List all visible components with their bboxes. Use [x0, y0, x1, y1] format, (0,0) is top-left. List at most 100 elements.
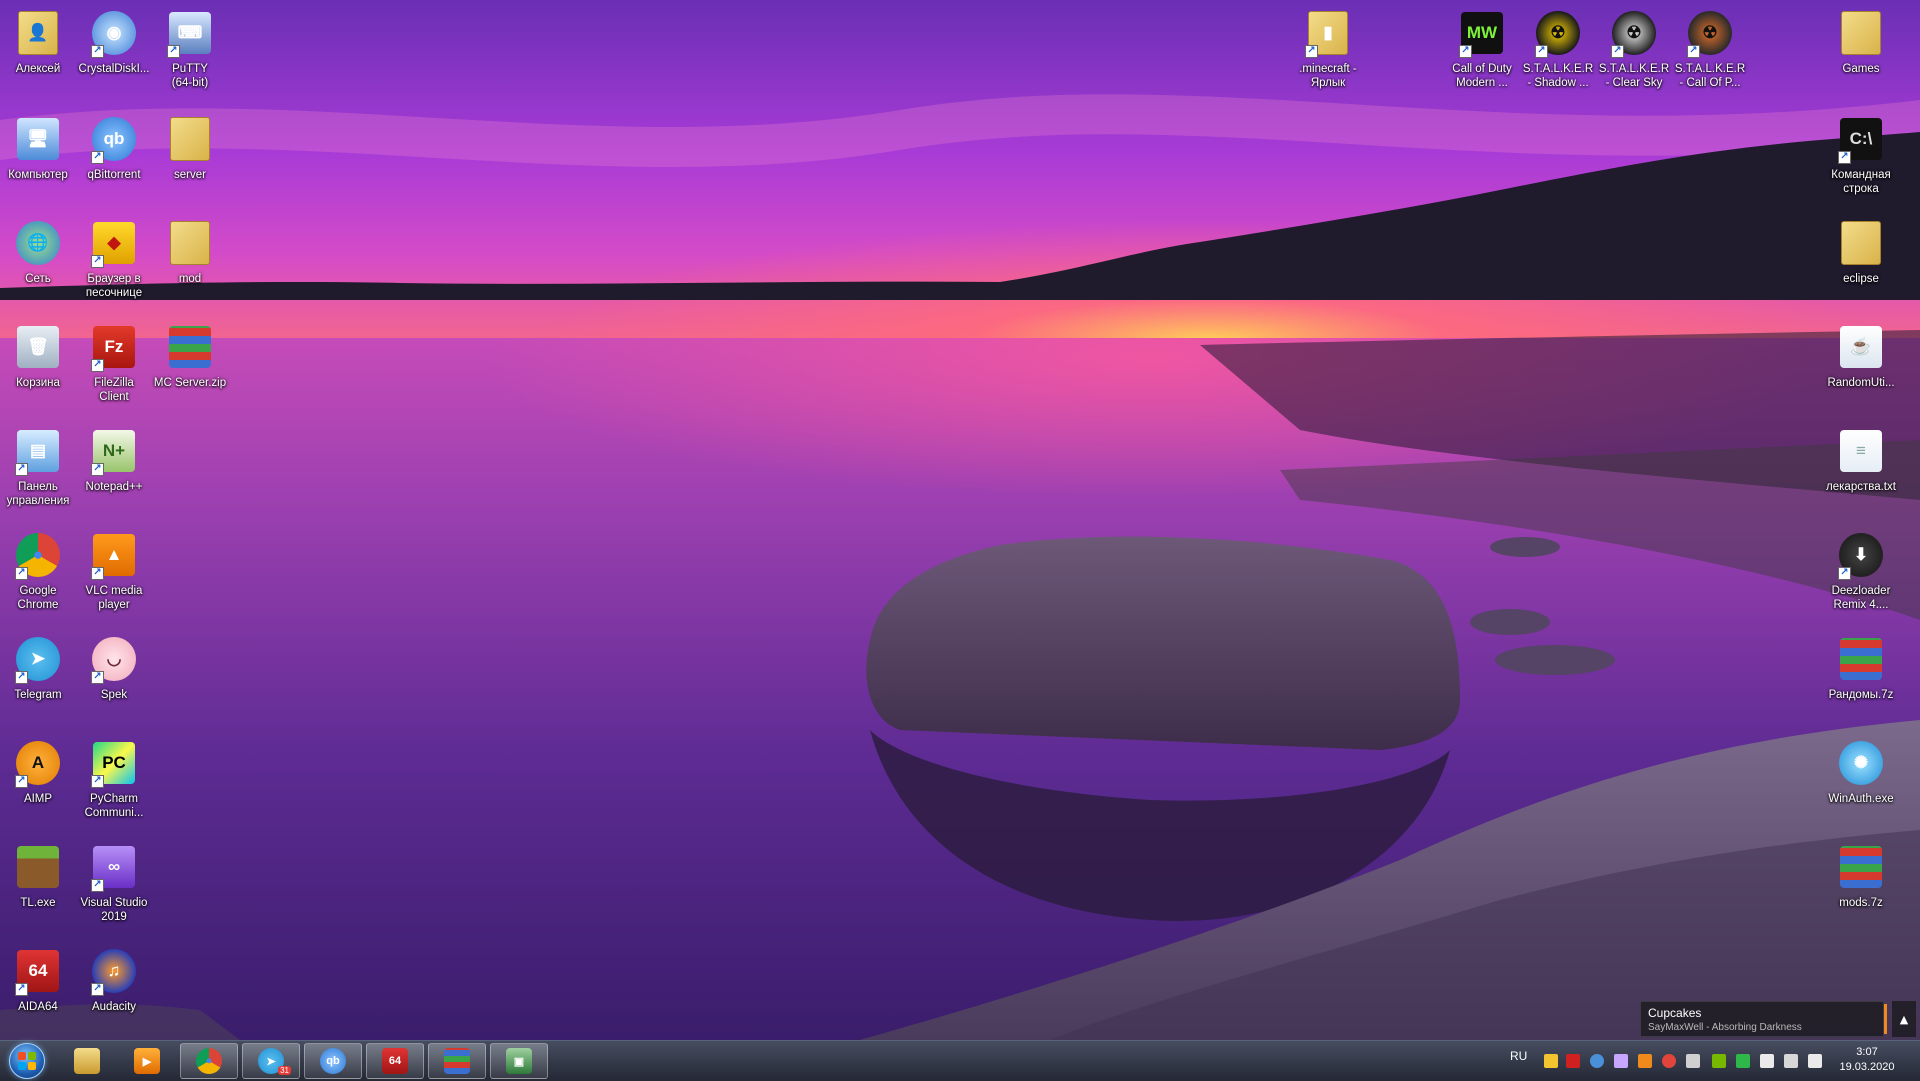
shortcut-arrow-icon: ↗ — [15, 983, 28, 996]
nvidia-icon[interactable] — [1712, 1054, 1726, 1068]
aimp-tray-icon[interactable] — [1638, 1054, 1652, 1068]
now-playing-accent-bar — [1884, 1004, 1887, 1034]
start-button[interactable] — [6, 1042, 48, 1080]
taskbar-button-qbittorrent[interactable]: qb — [304, 1043, 362, 1079]
shortcut-arrow-icon: ↗ — [1838, 151, 1851, 164]
speaker-icon[interactable] — [1686, 1054, 1700, 1068]
chrome-icon: ● — [196, 1048, 222, 1074]
desktop-icon-label: лекарства.txt — [1826, 481, 1896, 493]
green-square-icon[interactable] — [1736, 1054, 1750, 1068]
desktop-icon-label: Games — [1842, 63, 1880, 75]
desktop-icon-label: Spek — [100, 689, 128, 701]
clock-date: 19.03.2020 — [1839, 1061, 1895, 1073]
shield-icon[interactable] — [1544, 1054, 1558, 1068]
shortcut-arrow-icon: ↗ — [91, 255, 104, 268]
desktop-icon[interactable]: ☢ ↗ S.T.A.L.K.E.R - Call Of P... — [1664, 4, 1756, 104]
now-playing-artist: SayMaxWell - Absorbing Darkness — [1648, 1022, 1802, 1033]
chevron-up-icon[interactable]: ▲ — [1892, 1001, 1916, 1037]
desktop-icon[interactable]: mod — [144, 214, 236, 314]
shortcut-arrow-icon: ↗ — [91, 463, 104, 476]
clock-time: 3:07 — [1856, 1046, 1878, 1058]
user-folder-icon: 👤 — [18, 11, 58, 55]
desktop-icon[interactable]: ⌨ ↗ PuTTY (64-bit) — [144, 4, 236, 104]
winrar-archive-icon — [1840, 846, 1882, 888]
shortcut-arrow-icon: ↗ — [15, 671, 28, 684]
shortcut-arrow-icon: ↗ — [91, 983, 104, 996]
desktop-icon-label: MC Server.zip — [153, 377, 227, 389]
telegram-unread-badge: 31 — [278, 1066, 291, 1075]
winrar-archive-icon — [1840, 638, 1882, 680]
desktop-icon[interactable]: ◡ ↗ Spek — [68, 630, 160, 730]
computer-icon: 🖥 — [17, 118, 59, 160]
folder-icon — [170, 221, 210, 265]
winrar-icon — [444, 1048, 470, 1074]
shortcut-arrow-icon: ↗ — [1687, 45, 1700, 58]
taskbar-button-task-manager[interactable]: ▣ — [490, 1043, 548, 1079]
taskbar-button-aida64[interactable]: 64 — [366, 1043, 424, 1079]
desktop-icon-label: mods.7z — [1839, 897, 1883, 909]
desktop-icon[interactable]: server — [144, 110, 236, 210]
desktop-icon[interactable]: Games — [1815, 4, 1907, 104]
clock[interactable]: 3:07 19.03.2020 — [1822, 1045, 1912, 1075]
jar-file-icon: ☕ — [1840, 326, 1882, 368]
desktop-icon-label: mod — [178, 273, 202, 285]
now-playing-notification[interactable]: Cupcakes SayMaxWell - Absorbing Darkness — [1640, 1001, 1887, 1037]
desktop-icon[interactable]: ♫ ↗ Audacity — [68, 942, 160, 1042]
desktop-icon[interactable]: ☕ RandomUti... — [1815, 318, 1907, 418]
taskbar-button-explorer[interactable] — [58, 1043, 116, 1079]
aida64-tray-icon[interactable] — [1566, 1054, 1580, 1068]
desktop-icon[interactable]: MC Server.zip — [144, 318, 236, 418]
explorer-folder-icon — [74, 1048, 100, 1074]
desktop-icon-label: Рандомы.7z — [1828, 689, 1894, 701]
shortcut-arrow-icon: ↗ — [91, 879, 104, 892]
monitor-tray-icon[interactable] — [1784, 1054, 1798, 1068]
shortcut-arrow-icon: ↗ — [91, 671, 104, 684]
language-indicator[interactable]: RU — [1510, 1049, 1527, 1063]
qbittorrent-icon: qb — [320, 1048, 346, 1074]
pen-icon[interactable] — [1614, 1054, 1628, 1068]
monitor-icon: ▣ — [506, 1048, 532, 1074]
desktop-icon[interactable]: ✺ WinAuth.exe — [1815, 734, 1907, 834]
desktop-icon[interactable]: ▲ ↗ VLC media player — [68, 526, 160, 626]
taskbar-button-winrar[interactable] — [428, 1043, 486, 1079]
shortcut-arrow-icon: ↗ — [91, 359, 104, 372]
taskbar-button-chrome[interactable]: ● — [180, 1043, 238, 1079]
desktop-icon-label: WinAuth.exe — [1828, 793, 1894, 805]
shortcut-arrow-icon: ↗ — [15, 567, 28, 580]
folder-icon — [170, 117, 210, 161]
desktop-icon[interactable]: ∞ ↗ Visual Studio 2019 — [68, 838, 160, 938]
shortcut-arrow-icon: ↗ — [15, 463, 28, 476]
desktop-icon[interactable]: ▮ ↗ .minecraft - Ярлык — [1282, 4, 1374, 104]
shortcut-arrow-icon: ↗ — [1535, 45, 1548, 58]
desktop-icon[interactable]: Рандомы.7z — [1815, 630, 1907, 730]
folder-icon — [1841, 11, 1881, 55]
volume-icon[interactable] — [1808, 1054, 1822, 1068]
aida64-icon: 64 — [382, 1048, 408, 1074]
desktop-icon-label: server — [174, 169, 206, 181]
shortcut-arrow-icon: ↗ — [91, 775, 104, 788]
desktop-icon[interactable]: ⬇ ↗ Deezloader Remix 4.... — [1815, 526, 1907, 626]
winrar-archive-icon — [169, 326, 211, 368]
desktop-wallpaper — [0, 0, 1920, 1040]
desktop-icon-label: S.T.A.L.K.E.R - Call Of P... — [1674, 63, 1746, 89]
taskbar: ▶ ● ➤ 31 qb 64 ▣ RU 3:07 19.03.2020 — [0, 1040, 1920, 1081]
desktop-icon[interactable]: eclipse — [1815, 214, 1907, 314]
desktop-icon-label: VLC media player — [85, 585, 143, 611]
desktop-icon-label: PyCharm Communi... — [84, 793, 144, 819]
desktop-icon[interactable]: ≡ лекарства.txt — [1815, 422, 1907, 522]
network-globe-icon[interactable] — [1590, 1054, 1604, 1068]
desktop-icon-label: PuTTY (64-bit) — [171, 63, 209, 89]
shortcut-arrow-icon: ↗ — [91, 45, 104, 58]
now-playing-title: Cupcakes — [1648, 1006, 1702, 1020]
desktop-icon-label: Командная строка — [1831, 169, 1891, 195]
desktop-icon[interactable]: C:\ ↗ Командная строка — [1815, 110, 1907, 210]
desktop-icon[interactable]: mods.7z — [1815, 838, 1907, 938]
red-circle-icon[interactable] — [1662, 1054, 1676, 1068]
taskbar-button-telegram[interactable]: ➤ 31 — [242, 1043, 300, 1079]
desktop-icon[interactable]: N+ ↗ Notepad++ — [68, 422, 160, 522]
flag-icon[interactable] — [1760, 1054, 1774, 1068]
desktop-icon[interactable]: PC ↗ PyCharm Communi... — [68, 734, 160, 834]
desktop-icon-label: Deezloader Remix 4.... — [1831, 585, 1891, 611]
desktop-icon-label: Notepad++ — [85, 481, 143, 493]
taskbar-button-media-player[interactable]: ▶ — [118, 1043, 176, 1079]
